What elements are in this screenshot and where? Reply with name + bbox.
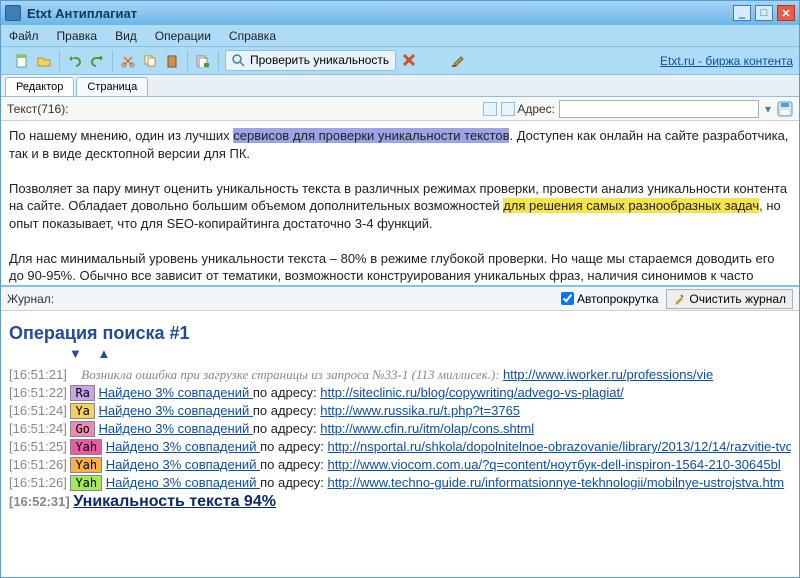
view-mode-2-icon[interactable]	[501, 102, 515, 116]
log-line: [16:51:24] Go Найдено 3% совпадений по а…	[9, 421, 791, 437]
error-url-link[interactable]: http://www.iworker.ru/professions/vie	[503, 367, 713, 382]
text-count-label: Текст(716):	[7, 102, 69, 116]
paste-icon[interactable]	[163, 52, 181, 70]
log-line: [16:51:25] Yah Найдено 3% совпадений по …	[9, 439, 791, 455]
view-mode-1-icon[interactable]	[483, 102, 497, 116]
log-line: [16:51:26] Yah Найдено 3% совпадений по …	[9, 475, 791, 491]
menu-operations[interactable]: Операции	[155, 29, 211, 43]
menubar: Файл Правка Вид Операции Справка	[1, 25, 799, 47]
uniqueness-result: [16:52:31] Уникальность текста 94%	[9, 493, 791, 511]
minimize-button[interactable]: ‗	[733, 5, 751, 21]
check-label: Проверить уникальность	[250, 53, 389, 67]
clear-journal-button[interactable]: Очистить журнал	[666, 289, 793, 309]
address-label: Адрес:	[517, 102, 555, 116]
menu-file[interactable]: Файл	[9, 29, 39, 43]
window-buttons: ‗ □ ✕	[733, 5, 795, 21]
cut-icon[interactable]	[119, 52, 137, 70]
address-input[interactable]	[559, 100, 759, 118]
match-url-link[interactable]: http://www.techno-guide.ru/informatsionn…	[327, 475, 784, 490]
search-icon	[232, 53, 246, 68]
menu-help[interactable]: Справка	[229, 29, 276, 43]
match-link[interactable]: Найдено 3% совпадений	[106, 457, 260, 472]
engine-badge: Ya	[70, 403, 94, 419]
toolbar: Проверить уникальность Etxt.ru - биржа к…	[1, 47, 799, 75]
tab-page[interactable]: Страница	[76, 77, 148, 96]
cancel-check-icon[interactable]	[400, 51, 418, 69]
tabs-row: Редактор Страница	[1, 75, 799, 97]
match-url-link[interactable]: http://nsportal.ru/shkola/dopolnitelnoe-…	[327, 439, 791, 454]
journal-pane[interactable]: Операция поиска #1 ▼ ▲ [16:51:21] Возник…	[1, 311, 799, 577]
title-text: Etxt Антиплагиат	[27, 6, 733, 21]
operation-title: Операция поиска #1	[9, 323, 791, 344]
open-file-icon[interactable]	[35, 52, 53, 70]
menu-view[interactable]: Вид	[115, 29, 137, 43]
engine-badge: Yah	[70, 475, 102, 491]
autoscroll-input[interactable]	[561, 292, 574, 305]
autoscroll-checkbox[interactable]: Автопрокрутка	[561, 292, 658, 306]
nav-arrows[interactable]: ▼ ▲	[69, 346, 791, 361]
match-link[interactable]: Найдено 3% совпадений	[106, 475, 260, 490]
match-url-link[interactable]: http://www.viocom.com.ua/?q=content/ноут…	[327, 457, 780, 472]
highlight-blue: сервисов для проверки уникальности текст…	[233, 128, 509, 143]
journal-label: Журнал:	[7, 292, 54, 306]
text-editor[interactable]: По нашему мнению, один из лучших сервисо…	[1, 121, 799, 287]
match-link[interactable]: Найдено 3% совпадений	[99, 403, 253, 418]
address-dropdown-icon[interactable]: ▾	[759, 100, 777, 118]
match-url-link[interactable]: http://www.cfin.ru/itm/olap/cons.shtml	[320, 421, 534, 436]
engine-badge: Yah	[70, 457, 102, 473]
app-icon	[5, 5, 21, 21]
titlebar: Etxt Антиплагиат ‗ □ ✕	[1, 1, 799, 25]
log-line: [16:51:26] Yah Найдено 3% совпадений по …	[9, 457, 791, 473]
engine-badge: Ra	[70, 385, 94, 401]
check-uniqueness-button[interactable]: Проверить уникальность	[225, 50, 396, 71]
match-url-link[interactable]: http://siteclinic.ru/blog/copywriting/ad…	[320, 385, 623, 400]
broom-icon	[673, 292, 685, 306]
match-link[interactable]: Найдено 3% совпадений	[106, 439, 260, 454]
journal-bar: Журнал: Автопрокрутка Очистить журнал	[1, 287, 799, 311]
match-link[interactable]: Найдено 3% совпадений	[99, 385, 253, 400]
tab-editor[interactable]: Редактор	[5, 77, 74, 96]
undo-icon[interactable]	[66, 52, 84, 70]
new-file-icon[interactable]	[13, 52, 31, 70]
batch-icon[interactable]	[194, 52, 212, 70]
log-error-line: [16:51:21] Возникла ошибка при загрузке …	[9, 367, 791, 383]
engine-badge: Yah	[70, 439, 102, 455]
log-line: [16:51:24] Ya Найдено 3% совпадений по а…	[9, 403, 791, 419]
highlight-yellow: для решения самых разнообразных задач	[503, 198, 759, 213]
redo-icon[interactable]	[88, 52, 106, 70]
match-link[interactable]: Найдено 3% совпадений	[99, 421, 253, 436]
app-window: Etxt Антиплагиат ‗ □ ✕ Файл Правка Вид О…	[0, 0, 800, 578]
match-url-link[interactable]: http://www.russika.ru/t.php?t=3765	[320, 403, 520, 418]
settings-icon[interactable]	[450, 52, 468, 70]
maximize-button[interactable]: □	[755, 5, 773, 21]
close-button[interactable]: ✕	[777, 5, 795, 21]
copy-icon[interactable]	[141, 52, 159, 70]
editor-bar: Текст(716): Адрес: ▾	[1, 97, 799, 121]
promo-link[interactable]: Etxt.ru - биржа контента	[660, 54, 793, 68]
save-icon[interactable]	[777, 101, 793, 117]
menu-edit[interactable]: Правка	[57, 29, 98, 43]
log-line: [16:51:22] Ra Найдено 3% совпадений по а…	[9, 385, 791, 401]
engine-badge: Go	[70, 421, 94, 437]
